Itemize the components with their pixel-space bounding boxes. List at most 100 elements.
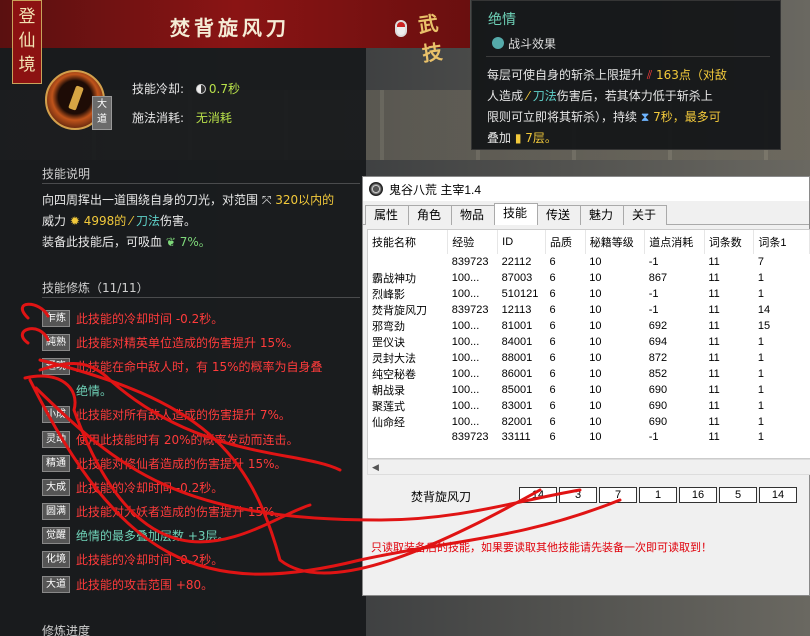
table-row[interactable]: 聚莲式 100... 83001 6 10 690 11 1 <box>368 398 810 414</box>
tab-items[interactable]: 物品 <box>451 205 495 225</box>
power-value: 4998的 <box>83 214 127 228</box>
effect-panel: 绝情 战斗效果 每层可使自身的斩杀上限提升 ⫽ 163点（对敌 人造成 ⁄ 刀法… <box>471 0 781 150</box>
skill-list[interactable]: 技能名称 经验 ID 品质 秘籍等级 道点消耗 词条数 词条1 839723 22112 6 10 -… <box>367 229 810 459</box>
table-cell: 12113 <box>501 303 532 316</box>
edit-field-3[interactable]: 7 <box>599 487 637 503</box>
table-row[interactable]: 仙命经 100... 82001 6 10 690 11 1 <box>368 414 810 430</box>
edit-field-5[interactable]: 16 <box>679 487 717 503</box>
table-cell: 10 <box>589 319 602 332</box>
table-cell: 692 <box>648 319 668 332</box>
table-cell: 6 <box>549 271 556 284</box>
desc-text: 向四周挥出一道围绕自身的刀光，对范围 <box>42 193 259 207</box>
column-header[interactable]: 经验 <box>447 230 499 254</box>
table-cell: 6 <box>549 399 556 412</box>
table-row[interactable]: 纯空秘卷 100... 86001 6 10 852 11 1 <box>368 366 810 382</box>
realm-tag-char-1: 登 <box>18 7 36 27</box>
table-cell: 10 <box>589 287 602 300</box>
stack-icon: ▮ <box>514 131 522 145</box>
tab-strip: 属性 角色 物品 技能 传送 魅力 关于 <box>363 203 809 225</box>
table-cell: 7 <box>757 255 765 268</box>
table-row[interactable]: 839723 33111 6 10 -1 11 1 <box>368 430 810 446</box>
table-cell: 87003 <box>501 271 533 284</box>
edit-field-1[interactable]: 14 <box>519 487 557 503</box>
slash-icon: ⫽ <box>646 68 653 82</box>
table-cell: 100... <box>451 319 480 332</box>
lifesteal-value: 7%。 <box>179 235 211 249</box>
training-tag: 圆满 <box>42 503 70 521</box>
table-row[interactable]: 烈峰影 100... 510121 6 10 -1 11 1 <box>368 286 810 302</box>
training-tag: 小成 <box>42 406 70 424</box>
table-cell <box>368 430 448 446</box>
training-text: 此技能的冷却时间 -0.2秒。 <box>76 480 224 495</box>
table-cell: 仙命经 <box>372 416 405 429</box>
edit-field-2[interactable]: 3 <box>559 487 597 503</box>
blade-icon: ⁄ <box>130 214 133 228</box>
column-header[interactable]: 词条1 <box>753 230 810 254</box>
power-icon: ✹ <box>69 214 80 228</box>
table-cell: 11 <box>708 255 720 268</box>
table-cell: 6 <box>549 303 556 316</box>
table-row[interactable]: 灵封大法 100... 88001 6 10 872 11 1 <box>368 350 810 366</box>
training-text: 此技能对精英单位造成的伤害提升 15%。 <box>76 335 299 350</box>
table-cell: 6 <box>549 255 556 268</box>
training-text: 使用此技能时有 20%的概率发动而连击。 <box>76 432 299 447</box>
training-tag: 觉醒 <box>42 527 70 545</box>
tab-character[interactable]: 角色 <box>408 205 452 225</box>
table-row[interactable]: 邪弯劲 100... 81001 6 10 692 11 15 <box>368 318 810 334</box>
cooldown-stat: 技能冷却: 0.7秒 <box>132 80 240 97</box>
table-cell: 11 <box>708 383 720 396</box>
table-row[interactable]: 朝战录 100... 85001 6 10 690 11 1 <box>368 382 810 398</box>
table-cell: 100... <box>451 415 480 428</box>
range-value: 320以内的 <box>275 193 335 207</box>
edit-field-6[interactable]: 5 <box>719 487 757 503</box>
table-cell: 86001 <box>501 367 533 380</box>
edit-field-7[interactable]: 14 <box>759 487 797 503</box>
tab-skills[interactable]: 技能 <box>494 203 538 225</box>
tab-about[interactable]: 关于 <box>623 205 667 225</box>
window-title: 鬼谷八荒 主宰1.4 <box>389 182 482 197</box>
effect-description: 每层可使自身的斩杀上限提升 ⫽ 163点（对敌 人造成 ⁄ 刀法伤害后，若其体力… <box>487 65 775 149</box>
table-cell: 焚背旋风刀 <box>372 304 427 317</box>
training-tag: 化境 <box>42 551 70 569</box>
table-cell: 11 <box>708 319 720 332</box>
tab-attributes[interactable]: 属性 <box>365 205 409 225</box>
table-cell: 罡仪诀 <box>372 336 405 349</box>
table-cell: 10 <box>589 271 602 284</box>
table-cell: 10 <box>589 383 602 396</box>
cost-stat: 施法消耗: 无消耗 <box>132 109 232 126</box>
column-header[interactable]: 品质 <box>545 230 586 254</box>
table-cell: 6 <box>549 415 556 428</box>
column-header[interactable]: ID <box>497 230 547 254</box>
tab-teleport[interactable]: 传送 <box>537 205 581 225</box>
horizontal-scrollbar[interactable]: ◀ <box>367 459 810 475</box>
mouse-icon <box>395 20 407 37</box>
desc-text: 装备此技能后，可吸血 <box>42 235 163 249</box>
tab-charm[interactable]: 魅力 <box>580 205 624 225</box>
column-header[interactable]: 道点消耗 <box>644 230 705 254</box>
table-cell: 6 <box>549 287 556 300</box>
table-cell: 690 <box>648 399 668 412</box>
column-header[interactable]: 技能名称 <box>368 230 449 254</box>
edit-field-4[interactable]: 1 <box>639 487 677 503</box>
training-row: 大成 此技能的冷却时间 -0.2秒。 <box>42 475 362 499</box>
realm-tag-char-3: 境 <box>18 55 36 75</box>
divider <box>486 56 770 57</box>
training-text: 此技能的冷却时间 -0.2秒。 <box>76 311 224 326</box>
realm-side-tag: 登 仙 境 <box>12 0 42 84</box>
table-cell: 100... <box>451 399 480 412</box>
table-row[interactable]: 罡仪诀 100... 84001 6 10 694 11 1 <box>368 334 810 350</box>
table-row[interactable]: 839723 22112 6 10 -1 11 7 <box>368 254 810 270</box>
blade-type: 刀法 <box>135 214 160 228</box>
table-row[interactable]: 霸战神功 100... 87003 6 10 867 11 1 <box>368 270 810 286</box>
table-cell: 聚莲式 <box>372 400 405 413</box>
window-titlebar[interactable]: 鬼谷八荒 主宰1.4 <box>363 177 809 201</box>
training-tag: 灵动 <box>42 430 70 448</box>
scroll-left-icon[interactable]: ◀ <box>372 462 379 473</box>
training-row: 乍炼 此技能的冷却时间 -0.2秒。 <box>42 306 362 330</box>
table-cell: 100... <box>451 383 480 396</box>
training-text: 此技能的攻击范围 +80。 <box>76 577 214 592</box>
table-row[interactable]: 焚背旋风刀 839723 12113 6 10 -1 11 14 <box>368 302 810 318</box>
column-header[interactable]: 秘籍等级 <box>585 230 646 254</box>
column-header[interactable]: 词条数 <box>704 230 755 254</box>
cooldown-value: 0.7秒 <box>208 82 240 96</box>
